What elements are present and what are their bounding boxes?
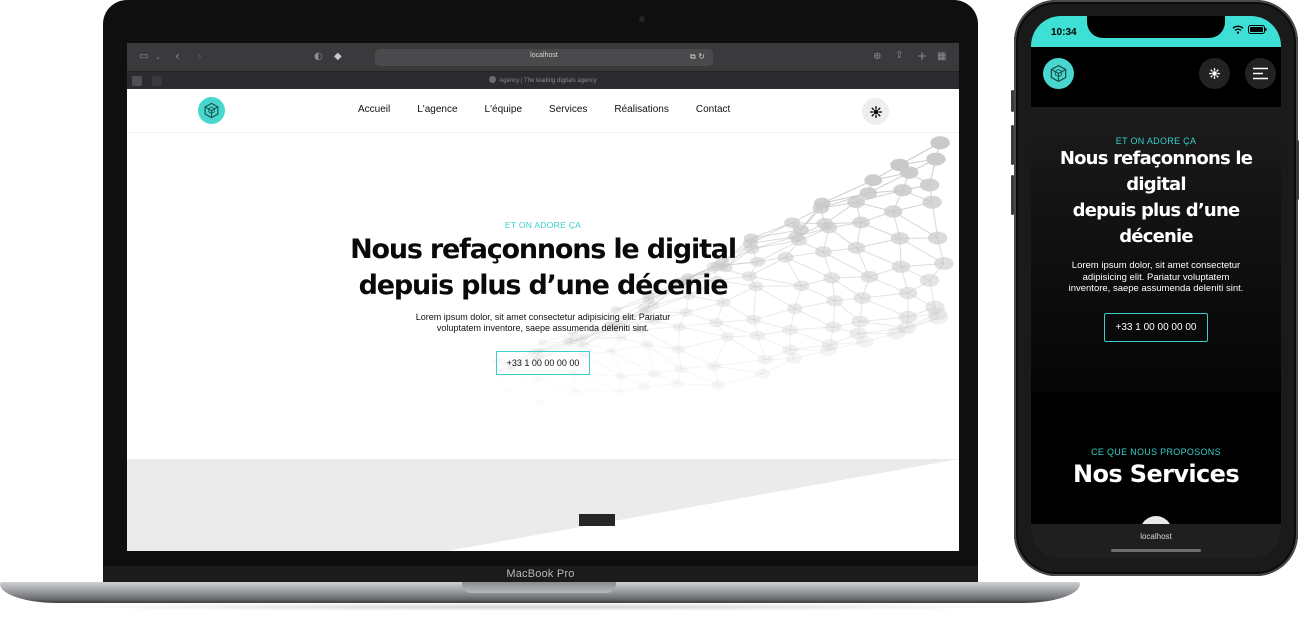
laptop-screen: ▭ ⌄ ‹ › ◐ ◆ localhost ⧉ ↻ ⊕ ⇪ + ▦ Agency… bbox=[127, 43, 959, 551]
battery-icon bbox=[1248, 25, 1267, 34]
clipped-heading-fragment bbox=[579, 514, 615, 526]
forward-icon[interactable]: › bbox=[197, 50, 202, 62]
theme-toggle-button[interactable] bbox=[862, 98, 889, 125]
nav-link-accueil[interactable]: Accueil bbox=[358, 104, 390, 115]
mobile-services-heading: CE QUE NOUS PROPOSONS Nos Services bbox=[1031, 447, 1281, 491]
white-diagonal-shape bbox=[447, 459, 959, 551]
hero: ET ON ADORE ÇA Nous refaçonnons le digit… bbox=[127, 133, 959, 375]
mobile-hero-content: ET ON ADORE ÇA Nous refaçonnons le digit… bbox=[1031, 136, 1281, 342]
mobile-hero-title-line-1: Nous refaçonnons le bbox=[1059, 148, 1253, 169]
mobile-phone-cta-button[interactable]: +33 1 00 00 00 00 bbox=[1103, 312, 1209, 342]
hero-text-line-2: voluptatem inventore, saepe assumenda de… bbox=[436, 323, 650, 333]
notch bbox=[1087, 16, 1225, 38]
shield-icon[interactable]: ◐ bbox=[314, 52, 323, 62]
cube-logo-icon bbox=[1050, 64, 1067, 83]
phone-side-button bbox=[1011, 125, 1014, 165]
hamburger-menu-icon bbox=[1253, 67, 1268, 80]
status-icons bbox=[1232, 25, 1267, 34]
mobile-browser-bar: localhost bbox=[1031, 524, 1281, 559]
mobile-theme-toggle-button[interactable] bbox=[1199, 58, 1230, 89]
hero-title-line-1: Nous refaçonnons le digital bbox=[350, 234, 737, 265]
phone-side-button bbox=[1011, 175, 1014, 215]
download-icon[interactable]: ⊕ bbox=[873, 52, 881, 62]
mobile-hero-text-line-1: Lorem ipsum dolor, sit amet consectetur bbox=[1071, 260, 1241, 271]
share-icon[interactable]: ⇪ bbox=[895, 51, 903, 61]
nav-link-services[interactable]: Services bbox=[549, 104, 587, 115]
cube-logo-icon bbox=[204, 102, 219, 119]
camera bbox=[639, 16, 645, 22]
phone-screen: 10:34 ET ON ADORE ÇA Nous refaçonnons le… bbox=[1031, 16, 1281, 559]
mobile-hero-title-line-4: décenie bbox=[1119, 226, 1193, 247]
logo[interactable] bbox=[198, 97, 225, 124]
nav-links: Accueil L'agence L'équipe Services Réali… bbox=[358, 104, 730, 115]
mobile-hero-text-line-2: adipisicing elit. Pariatur voluptatem bbox=[1082, 271, 1230, 283]
translate-icon[interactable]: ⧉ bbox=[690, 52, 696, 61]
mobile-url-text[interactable]: localhost bbox=[1031, 532, 1281, 541]
mobile-header bbox=[1031, 47, 1281, 107]
mobile-hero: ET ON ADORE ÇA Nous refaçonnons le digit… bbox=[1031, 107, 1281, 392]
url-text: localhost bbox=[530, 52, 558, 59]
laptop-shadow bbox=[40, 603, 1040, 611]
chevron-down-icon[interactable]: ⌄ bbox=[155, 52, 161, 62]
mobile-menu-button[interactable] bbox=[1245, 58, 1276, 89]
nav-link-contact[interactable]: Contact bbox=[696, 104, 730, 115]
mobile-hero-title-line-3: depuis plus d’une bbox=[1072, 200, 1241, 221]
sun-icon bbox=[1209, 68, 1220, 79]
nav-link-realisations[interactable]: Réalisations bbox=[614, 104, 668, 115]
nav-link-equipe[interactable]: L'équipe bbox=[485, 104, 523, 115]
reload-icon[interactable]: ↻ bbox=[698, 52, 705, 61]
new-tab-icon[interactable]: + bbox=[917, 50, 927, 62]
wifi-icon bbox=[1232, 25, 1244, 34]
layers-icon[interactable]: ◆ bbox=[334, 52, 342, 62]
url-bar[interactable]: localhost ⧉ ↻ bbox=[375, 49, 713, 66]
site-nav: Accueil L'agence L'équipe Services Réali… bbox=[127, 89, 959, 133]
tab-title: Agency | The leading digitals agency bbox=[499, 78, 597, 84]
tab-overview-icon[interactable]: ▦ bbox=[937, 52, 946, 62]
favicon-icon bbox=[489, 76, 497, 83]
laptop-model-label: MacBook Pro bbox=[506, 568, 575, 580]
active-tab[interactable]: Agency | The leading digitals agency bbox=[127, 76, 959, 84]
mobile-services-eyebrow: CE QUE NOUS PROPOSONS bbox=[1091, 447, 1221, 457]
website: Accueil L'agence L'équipe Services Réali… bbox=[127, 89, 959, 551]
mobile-hero-text-line-3: inventore, saepe assumenda deleniti sint… bbox=[1068, 283, 1244, 294]
status-time: 10:34 bbox=[1051, 27, 1077, 38]
browser-toolbar: ▭ ⌄ ‹ › ◐ ◆ localhost ⧉ ↻ ⊕ ⇪ + ▦ bbox=[127, 43, 959, 71]
sidebar-icon[interactable]: ▭ bbox=[139, 52, 148, 62]
nav-link-agence[interactable]: L'agence bbox=[417, 104, 457, 115]
hero-text-line-1: Lorem ipsum dolor, sit amet consectetur … bbox=[415, 312, 671, 322]
phone-side-button bbox=[1011, 90, 1014, 112]
sun-icon bbox=[869, 105, 882, 118]
mobile-logo[interactable] bbox=[1043, 58, 1074, 89]
back-icon[interactable]: ‹ bbox=[175, 50, 180, 62]
mobile-hero-title-line-2: digital bbox=[1126, 174, 1186, 195]
mobile-services-title: Nos Services bbox=[1072, 460, 1240, 488]
phone-cta-button[interactable]: +33 1 00 00 00 00 bbox=[495, 351, 591, 375]
mobile-hero-eyebrow: ET ON ADORE ÇA bbox=[1115, 136, 1197, 146]
hero-eyebrow: ET ON ADORE ÇA bbox=[504, 220, 582, 230]
url-icons: ⧉ ↻ bbox=[690, 52, 705, 62]
hero-title-line-2: depuis plus d’une décenie bbox=[358, 270, 729, 301]
laptop-chin: MacBook Pro bbox=[103, 566, 978, 582]
phone-side-button bbox=[1296, 140, 1299, 200]
home-indicator bbox=[1111, 549, 1201, 552]
laptop-notch bbox=[462, 582, 616, 593]
status-bar: 10:34 bbox=[1031, 16, 1281, 47]
